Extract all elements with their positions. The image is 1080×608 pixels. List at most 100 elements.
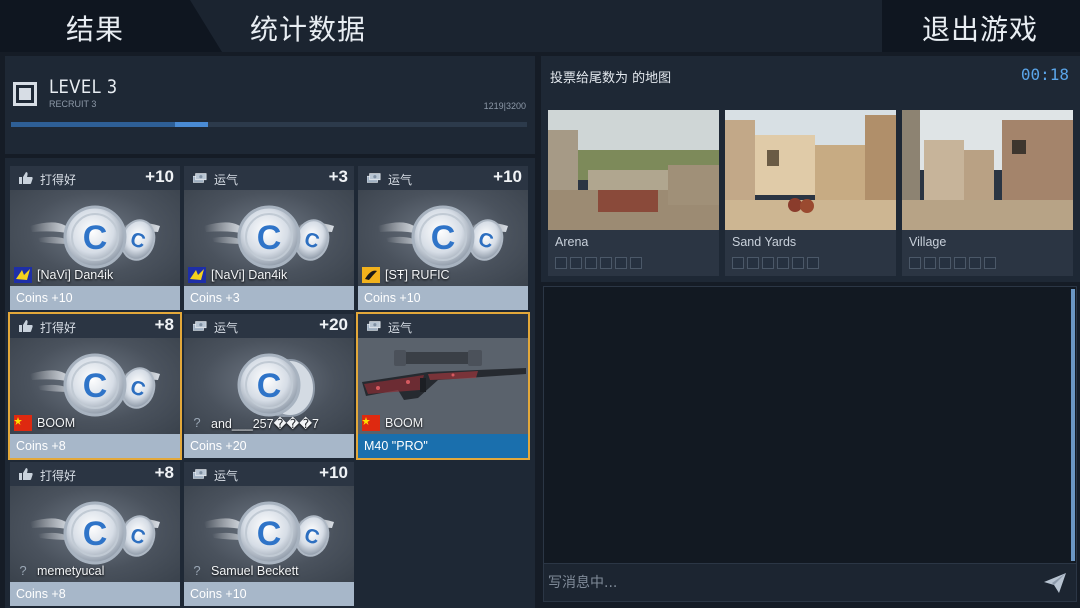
map-option[interactable]: Village [902, 110, 1073, 276]
xp-gain-fill [175, 122, 208, 127]
award-card[interactable]: 打得好 +10 C C [NaVi] Dan4ik Coins +10 [10, 166, 180, 310]
award-reward: Coins +8 [16, 587, 66, 601]
rank-icon [13, 82, 37, 106]
send-button[interactable] [1042, 570, 1068, 596]
award-reward-bar: Coins +3 [184, 286, 354, 310]
award-points: +10 [493, 167, 522, 186]
china-flag-icon [362, 415, 380, 431]
player-name: BOOM [37, 416, 76, 430]
award-reward: Coins +8 [16, 439, 66, 453]
award-player: BOOM [362, 414, 423, 432]
vote-slot [630, 257, 642, 269]
award-card[interactable]: 打得好 +8 C C? memetyucal Coins +8 [10, 462, 180, 606]
xp-counter: 1219|3200 [483, 101, 526, 111]
award-card-header: 运气 +20 [184, 314, 354, 338]
vote-slot [969, 257, 981, 269]
chat-input[interactable] [548, 570, 1028, 596]
chat-panel [543, 286, 1077, 602]
vote-slot [939, 257, 951, 269]
award-player: ? memetyucal [14, 562, 104, 580]
vote-slot [924, 257, 936, 269]
award-reward: M40 "PRO" [364, 439, 428, 453]
map-name: Arena [555, 235, 589, 249]
award-reward-bar: Coins +10 [358, 286, 528, 310]
award-category: 运气 [214, 321, 239, 335]
vote-slot [984, 257, 996, 269]
vote-slot [600, 257, 612, 269]
vote-slot [747, 257, 759, 269]
vote-slot [909, 257, 921, 269]
player-name: and___257���7 [211, 416, 319, 431]
team-navi-logo-icon [14, 267, 32, 283]
award-art: C C [NaVi] Dan4ik [184, 190, 354, 286]
tab-statistics[interactable]: 统计数据 [222, 0, 402, 52]
map-name: Village [909, 235, 947, 249]
award-card[interactable]: 运气 +3 C C [NaVi] Dan4ik Coins +3 [184, 166, 354, 310]
xp-progress-bar [11, 122, 527, 127]
map-thumbnail [548, 110, 719, 230]
chat-scrollbar[interactable] [1071, 289, 1075, 561]
award-card[interactable]: 运气 +20 C? and___257���7 Coins +20 [184, 314, 354, 458]
award-card-header: 打得好 +10 [10, 166, 180, 190]
award-card[interactable]: 运气 +10 C C [SŦ] RUFIC Coins +10 [358, 166, 528, 310]
award-category: 运气 [388, 321, 413, 335]
player-name: [SŦ] RUFIC [385, 268, 450, 282]
svg-text:C: C [83, 515, 108, 553]
award-reward: Coins +20 [190, 439, 247, 453]
svg-text:C: C [257, 219, 282, 257]
award-reward-bar: Coins +10 [184, 582, 354, 606]
award-card[interactable]: 打得好 +8 C C BOOM Coins +8 [8, 312, 182, 460]
svg-text:C: C [83, 219, 108, 257]
player-name: Samuel Beckett [211, 564, 299, 578]
award-player: BOOM [14, 414, 75, 432]
map-option[interactable]: Sand Yards [725, 110, 896, 276]
player-name: [NaVi] Dan4ik [211, 268, 288, 282]
svg-text:C: C [83, 367, 108, 405]
award-card-header: 运气 [358, 314, 528, 338]
team-navi-logo-icon [188, 267, 206, 283]
award-points: +8 [154, 463, 174, 482]
vote-slot [762, 257, 774, 269]
vote-slot [807, 257, 819, 269]
top-bar: 结果 统计数据 退出游戏 [0, 0, 1080, 52]
award-reward-bar: Coins +10 [10, 286, 180, 310]
award-reward: Coins +3 [190, 291, 240, 305]
player-name: [NaVi] Dan4ik [37, 268, 114, 282]
xp-progress-fill [11, 122, 175, 127]
award-card[interactable]: 运气 BOOM M40 "PRO" [356, 312, 530, 460]
award-reward: Coins +10 [16, 291, 73, 305]
map-vote-title: 投票给尾数为 的地图 [550, 71, 672, 86]
map-option[interactable]: Arena [548, 110, 719, 276]
rank-name: RECRUIT 3 [49, 99, 97, 109]
award-reward-bar: Coins +20 [184, 434, 354, 458]
award-card[interactable]: 运气 +10 C C? Samuel Beckett Coins +10 [184, 462, 354, 606]
award-card-header: 运气 +10 [184, 462, 354, 486]
exit-game-button[interactable]: 退出游戏 [882, 0, 1080, 52]
chat-log [544, 287, 1070, 563]
vote-count [909, 257, 996, 269]
award-art: C C? Samuel Beckett [184, 486, 354, 582]
tab-results[interactable]: 结果 [0, 0, 222, 52]
vote-slot [585, 257, 597, 269]
award-card-header: 运气 +10 [358, 166, 528, 190]
level-title: LEVEL 3 [49, 76, 118, 98]
thumbs-up-icon [19, 172, 33, 184]
money-icon [193, 173, 207, 183]
award-art: C C [NaVi] Dan4ik [10, 190, 180, 286]
level-panel: LEVEL 3 RECRUIT 3 1219|3200 [5, 56, 535, 154]
award-reward-bar: M40 "PRO" [358, 434, 528, 458]
unknown-flag-icon: ? [193, 563, 201, 578]
award-category: 运气 [388, 173, 413, 187]
money-icon [193, 469, 207, 479]
award-points: +10 [145, 167, 174, 186]
award-player: [NaVi] Dan4ik [188, 266, 287, 284]
exit-game-label: 退出游戏 [922, 13, 1039, 46]
award-category: 打得好 [40, 173, 77, 187]
money-icon [193, 321, 207, 331]
chat-input-row [544, 563, 1076, 601]
player-name: memetyucal [37, 564, 105, 578]
award-art: BOOM [358, 338, 528, 434]
award-reward: Coins +10 [190, 587, 247, 601]
vote-slot [570, 257, 582, 269]
vote-slot [792, 257, 804, 269]
